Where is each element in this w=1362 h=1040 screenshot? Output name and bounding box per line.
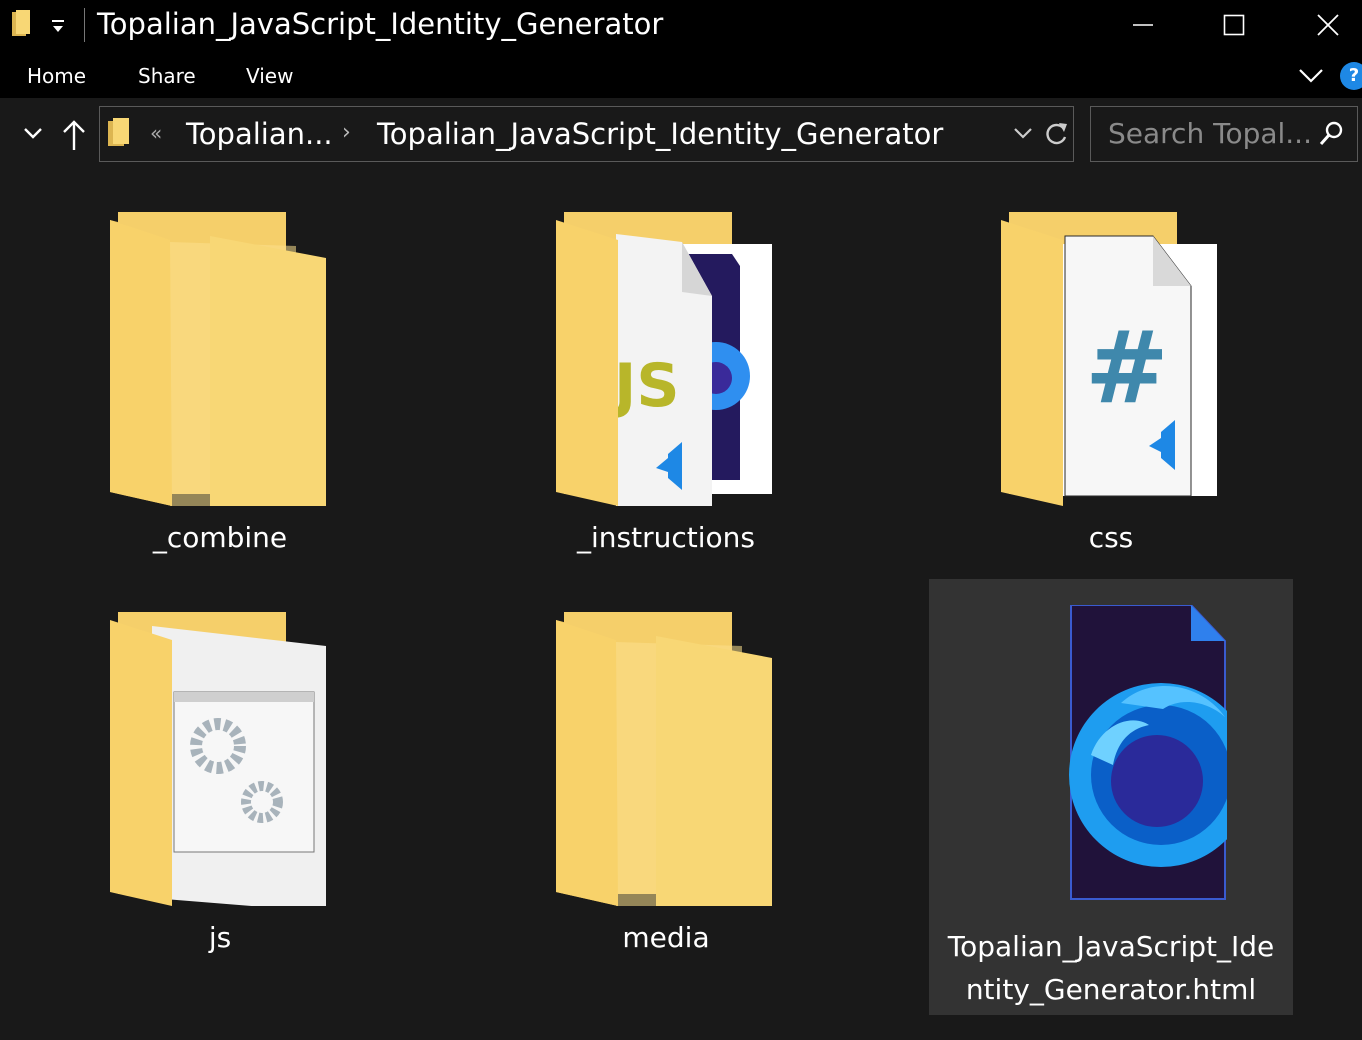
tab-share[interactable]: Share	[138, 62, 196, 90]
tab-view[interactable]: View	[246, 62, 293, 90]
breadcrumb-separator[interactable]: ›	[342, 118, 351, 148]
maximize-icon	[1223, 14, 1245, 36]
breadcrumb-current[interactable]: Topalian_JavaScript_Identity_Generator	[377, 114, 943, 154]
close-button[interactable]	[1284, 0, 1362, 50]
folder-icon	[556, 612, 772, 906]
ribbon: Home Share View	[0, 52, 1362, 98]
item-name: _combine	[152, 521, 288, 554]
window-title: Topalian_JavaScript_Identity_Generator	[97, 7, 664, 41]
chevron-down-icon[interactable]	[22, 122, 44, 144]
dropdown-arrow-icon[interactable]	[48, 14, 68, 38]
help-button[interactable]: ?	[1340, 62, 1362, 90]
item-name: js	[208, 921, 232, 954]
chevron-down-icon[interactable]	[1012, 124, 1034, 144]
svg-text:JS: JS	[610, 351, 680, 421]
breadcrumb-parent[interactable]: Topalian...	[186, 114, 333, 154]
folder-icon	[110, 612, 326, 906]
firefox-developer-icon	[1069, 605, 1227, 900]
folder-item[interactable]: JS _instructions	[484, 188, 848, 624]
close-icon	[1317, 14, 1339, 36]
folder-item[interactable]: media	[484, 588, 848, 1024]
folder-icon	[110, 212, 326, 506]
search-input[interactable]: Search Topal...	[1108, 114, 1312, 154]
chevron-down-icon[interactable]	[1296, 60, 1326, 90]
maximize-button[interactable]	[1190, 0, 1278, 50]
minimize-button[interactable]	[1099, 0, 1187, 50]
title-bar: Topalian_JavaScript_Identity_Generator	[0, 0, 1362, 52]
folder-item[interactable]: js	[38, 588, 402, 1024]
svg-text:#: #	[1085, 309, 1169, 426]
tab-home[interactable]: Home	[27, 62, 86, 90]
folder-icon: JS	[556, 212, 772, 506]
refresh-icon[interactable]	[1044, 120, 1070, 148]
search-icon[interactable]	[1318, 120, 1344, 148]
up-arrow-icon[interactable]	[60, 118, 88, 152]
folder-icon	[108, 118, 129, 146]
folder-item[interactable]: # css	[929, 188, 1293, 624]
folder-item[interactable]: _combine	[38, 188, 402, 624]
item-name: media	[622, 921, 710, 954]
file-item[interactable]: Topalian_JavaScript_Identity_Generator.h…	[929, 579, 1293, 1015]
toolbar-separator	[84, 8, 85, 42]
folder-icon[interactable]	[12, 10, 32, 38]
item-name: Topalian_JavaScript_Identity_Generator.h…	[947, 930, 1275, 1006]
breadcrumb-overflow[interactable]: «	[150, 118, 162, 148]
item-name: _instructions	[577, 521, 755, 554]
minimize-icon	[1133, 24, 1153, 26]
folder-icon: #	[1001, 212, 1217, 506]
item-name: css	[1088, 521, 1134, 554]
